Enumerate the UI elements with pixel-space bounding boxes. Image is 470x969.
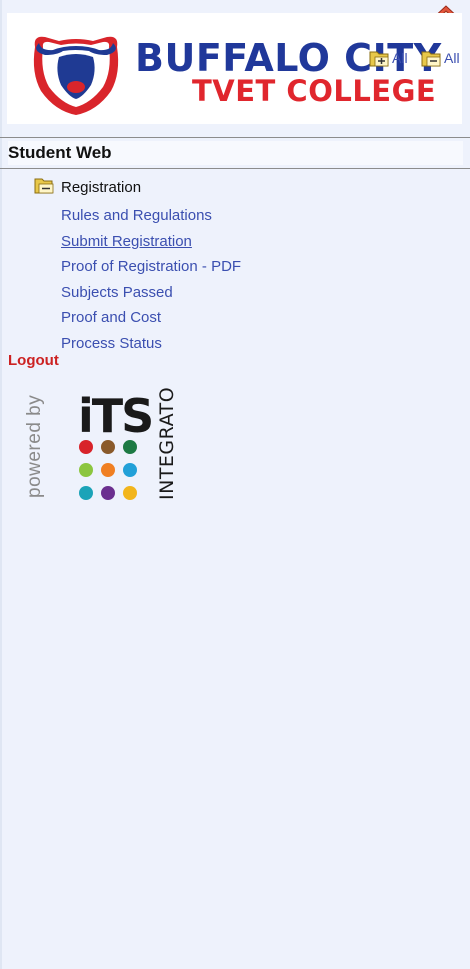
collapse-folder-icon	[421, 51, 441, 67]
collapse-all-button[interactable]: All	[421, 47, 460, 69]
menu-item: Subjects Passed	[61, 280, 241, 306]
divider-bottom	[0, 168, 470, 169]
expand-all-label: All	[392, 50, 408, 66]
collapse-all-label: All	[444, 50, 460, 66]
menu-item: Process Status	[61, 331, 241, 357]
tree-node-registration[interactable]: Registration	[34, 175, 141, 196]
brand-name-line2: TVET COLLEGE	[192, 74, 437, 108]
logo-dot	[79, 463, 93, 477]
left-border	[0, 0, 2, 969]
logo-dot	[123, 440, 137, 454]
buffalo-shield-icon	[33, 36, 119, 115]
logo-dot	[123, 463, 137, 477]
process-status-link[interactable]: Process Status	[61, 335, 162, 352]
subjects-passed-link[interactable]: Subjects Passed	[61, 284, 173, 301]
logo-dot	[101, 486, 115, 500]
logo-dot	[101, 463, 115, 477]
expand-all-button[interactable]: All	[369, 47, 408, 69]
open-folder-icon	[34, 178, 54, 193]
expand-folder-icon	[369, 51, 389, 67]
menu-item: Proof of Registration - PDF	[61, 254, 241, 280]
powered-by-label: powered by	[24, 395, 45, 498]
proof-of-registration-pdf-link[interactable]: Proof of Registration - PDF	[61, 258, 241, 275]
logo-dot	[79, 440, 93, 454]
tree-node-label: Registration	[61, 179, 142, 196]
integrator-text: INTEGRATOR	[156, 388, 178, 500]
menu-item: Submit Registration	[61, 229, 241, 255]
proof-and-cost-link[interactable]: Proof and Cost	[61, 309, 161, 326]
menu-item: Proof and Cost	[61, 305, 241, 331]
logout-link[interactable]: Logout	[8, 352, 59, 369]
its-integrator-logo: iTS INTEGRATOR	[78, 388, 178, 500]
menu-item: Rules and Regulations	[61, 203, 241, 229]
submit-registration-link[interactable]: Submit Registration	[61, 233, 192, 250]
logo-dot	[79, 486, 93, 500]
logo-dot	[123, 486, 137, 500]
registration-menu: Rules and Regulations Submit Registratio…	[61, 203, 241, 357]
section-title: Student Web	[8, 141, 463, 165]
powered-by-text: powered by	[24, 395, 45, 498]
divider-top	[0, 137, 470, 138]
colored-dots-grid	[79, 440, 137, 500]
logo-dot	[101, 440, 115, 454]
rules-and-regulations-link[interactable]: Rules and Regulations	[61, 207, 212, 224]
its-mark-text: iTS	[78, 389, 152, 443]
